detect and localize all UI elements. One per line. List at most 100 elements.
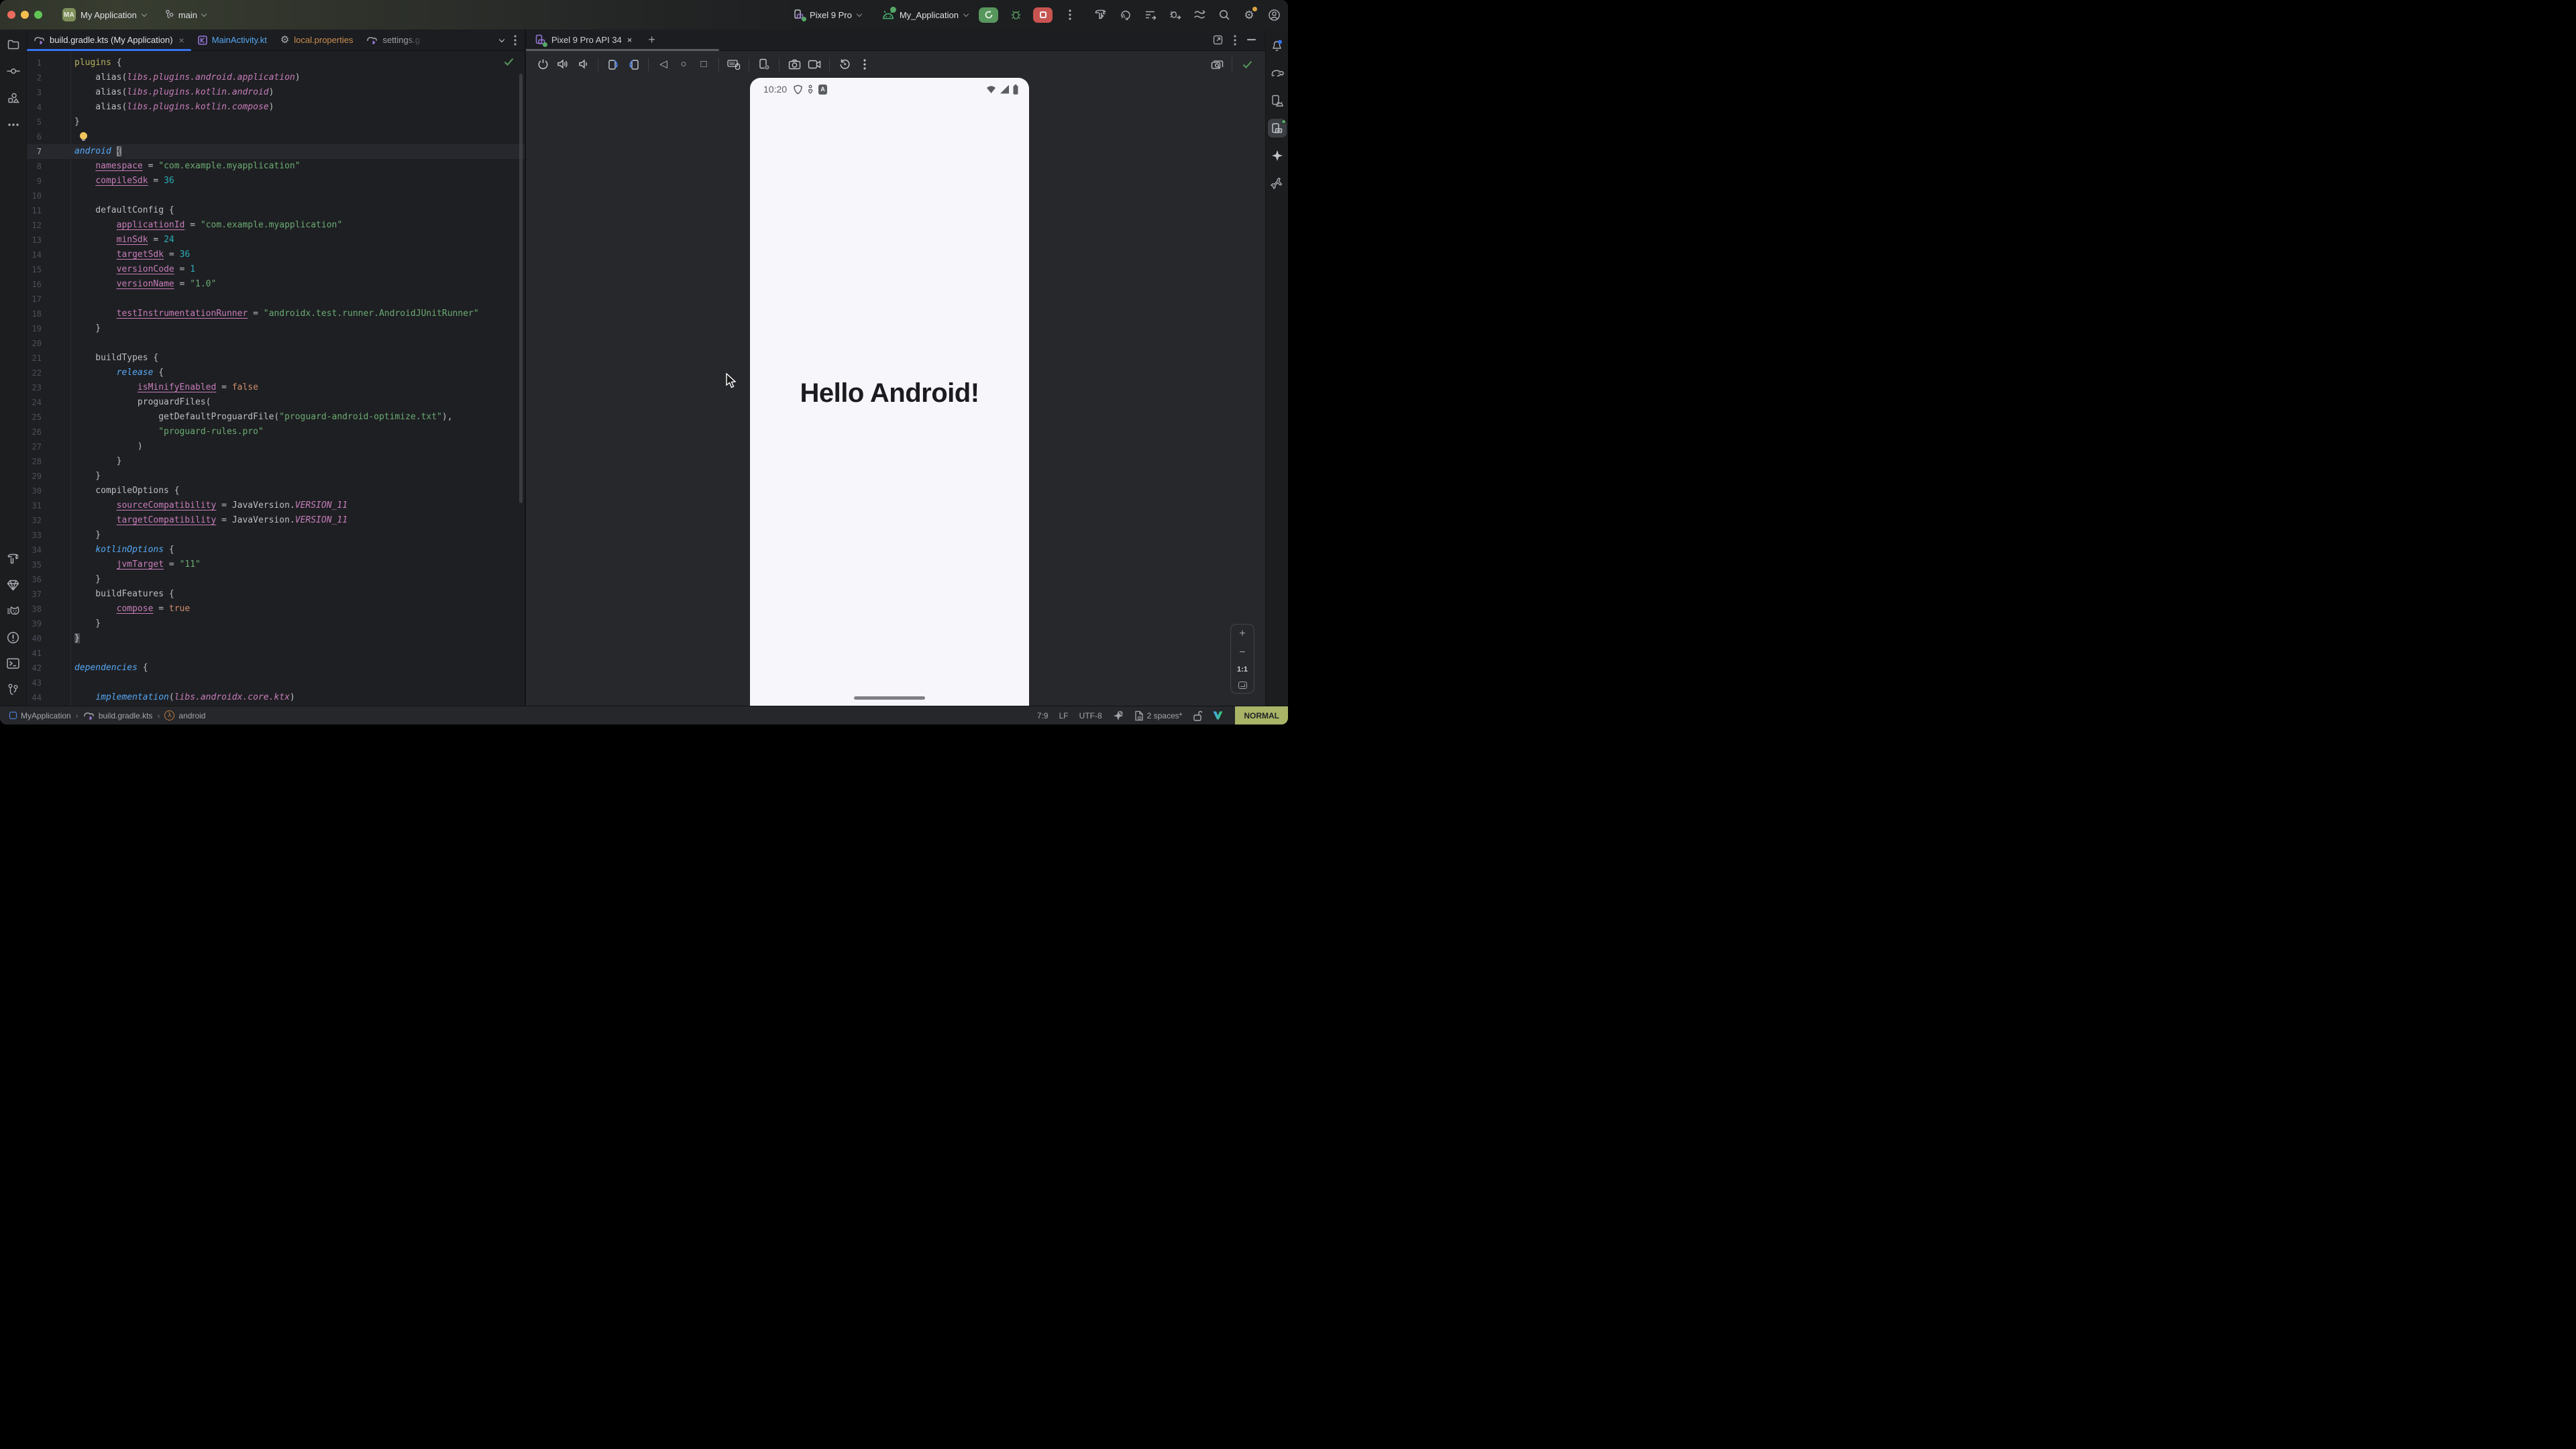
- build-tool-button[interactable]: [4, 549, 23, 568]
- line-number[interactable]: 3: [27, 85, 42, 100]
- zoom-ratio-button[interactable]: 1:1: [1237, 665, 1248, 674]
- quickfix-lightbulb-icon[interactable]: [80, 132, 87, 140]
- file-encoding[interactable]: UTF-8: [1079, 711, 1102, 720]
- editor-scrollbar[interactable]: [519, 74, 523, 503]
- terminal-tool-button[interactable]: [4, 654, 23, 673]
- tab-mainactivity[interactable]: MainActivity.kt: [191, 30, 274, 50]
- line-number[interactable]: 9: [27, 174, 42, 189]
- inspections-ok-icon[interactable]: [504, 58, 514, 66]
- line-number[interactable]: 37: [27, 587, 42, 602]
- screenshot-search-button[interactable]: [1209, 56, 1225, 72]
- home-button[interactable]: ○: [676, 56, 692, 72]
- line-number[interactable]: 11: [27, 203, 42, 218]
- line-number[interactable]: 13: [27, 233, 42, 248]
- line-number[interactable]: 38: [27, 602, 42, 616]
- emulator-device-tab[interactable]: Pixel 9 Pro API 34 ×: [526, 34, 639, 46]
- screenshot-button[interactable]: [786, 56, 802, 72]
- line-number[interactable]: 39: [27, 616, 42, 631]
- plane-tool-button[interactable]: [1268, 174, 1287, 193]
- line-number[interactable]: 41: [27, 646, 42, 661]
- fit-to-window-button[interactable]: [1238, 682, 1247, 689]
- line-separator[interactable]: LF: [1059, 711, 1069, 720]
- line-number[interactable]: 43: [27, 676, 42, 690]
- breadcrumb-file[interactable]: build.gradle.kts: [83, 710, 153, 720]
- volume-down-button[interactable]: [575, 56, 591, 72]
- code-editor[interactable]: 1plugins {2 alias(libs.plugins.android.a…: [27, 52, 525, 706]
- close-window-button[interactable]: [7, 11, 15, 19]
- line-number[interactable]: 7: [27, 144, 42, 159]
- volume-up-button[interactable]: [555, 56, 571, 72]
- line-number[interactable]: 14: [27, 248, 42, 262]
- line-number[interactable]: 2: [27, 70, 42, 85]
- tab-build-gradle[interactable]: build.gradle.kts (My Application) ×: [27, 30, 191, 50]
- line-number[interactable]: 12: [27, 218, 42, 233]
- device-selector[interactable]: Pixel 9 Pro: [794, 9, 862, 21]
- project-widget[interactable]: MA My Application: [62, 8, 147, 21]
- breadcrumb-element[interactable]: λ android: [164, 710, 205, 720]
- settings-button[interactable]: ⚙: [1242, 7, 1256, 22]
- build-button[interactable]: [1093, 7, 1108, 22]
- notifications-tool-button[interactable]: [1268, 36, 1287, 55]
- debug-button[interactable]: [1008, 7, 1023, 22]
- gem-tool-button[interactable]: [4, 576, 23, 594]
- line-number[interactable]: 25: [27, 410, 42, 425]
- line-number[interactable]: 19: [27, 321, 42, 336]
- caret-position[interactable]: 7:9: [1037, 711, 1049, 720]
- logcat-tool-button[interactable]: [4, 602, 23, 621]
- zoom-in-button[interactable]: +: [1239, 629, 1245, 639]
- back-button[interactable]: ◁: [655, 56, 672, 72]
- gemini-disabled-icon[interactable]: [1113, 710, 1124, 721]
- resource-manager-tool-button[interactable]: [4, 89, 23, 107]
- zoom-out-button[interactable]: −: [1239, 647, 1245, 658]
- emulator-screen[interactable]: 10:20 A Hello Android!: [750, 78, 1029, 706]
- attach-debugger-button[interactable]: [1167, 7, 1182, 22]
- reset-view-button[interactable]: [837, 56, 853, 72]
- line-number[interactable]: 33: [27, 528, 42, 543]
- tab-settings-gradle[interactable]: settings.g: [360, 30, 427, 50]
- line-number[interactable]: 30: [27, 484, 42, 498]
- project-tool-button[interactable]: [4, 35, 23, 54]
- line-number[interactable]: 20: [27, 336, 42, 351]
- tab-local-properties[interactable]: ⚙ local.properties: [274, 30, 360, 50]
- overview-button[interactable]: □: [696, 56, 712, 72]
- sync-project-button[interactable]: [1192, 7, 1207, 22]
- indent-widget[interactable]: ⚙ 2 spaces*: [1134, 710, 1183, 721]
- close-tab-icon[interactable]: ×: [627, 35, 633, 45]
- search-everywhere-button[interactable]: [1217, 7, 1232, 22]
- line-number[interactable]: 40: [27, 631, 42, 646]
- maximize-window-button[interactable]: [34, 11, 42, 19]
- gradle-tool-button[interactable]: [1268, 64, 1287, 83]
- gemini-tool-button[interactable]: [1268, 146, 1287, 165]
- line-number[interactable]: 31: [27, 498, 42, 513]
- new-device-tab-button[interactable]: +: [648, 33, 655, 47]
- close-tab-icon[interactable]: ×: [179, 35, 184, 46]
- line-number[interactable]: 44: [27, 690, 42, 705]
- line-number[interactable]: 18: [27, 307, 42, 321]
- navigation-pill[interactable]: [854, 696, 925, 700]
- line-number[interactable]: 28: [27, 454, 42, 469]
- rerun-button[interactable]: [979, 7, 998, 23]
- line-number[interactable]: 17: [27, 292, 42, 307]
- line-number[interactable]: 27: [27, 439, 42, 454]
- line-number[interactable]: 15: [27, 262, 42, 277]
- running-devices-tool-button[interactable]: [1268, 119, 1287, 138]
- line-number[interactable]: 8: [27, 159, 42, 174]
- problems-tool-button[interactable]: [4, 628, 23, 647]
- device-settings-button[interactable]: ⚙: [756, 56, 772, 72]
- line-number[interactable]: 5: [27, 115, 42, 129]
- screen-record-button[interactable]: [806, 56, 822, 72]
- hardware-input-button[interactable]: [726, 56, 742, 72]
- branch-widget[interactable]: main: [164, 9, 207, 20]
- run-configuration-selector[interactable]: My_Application: [881, 9, 969, 20]
- line-number[interactable]: 29: [27, 469, 42, 484]
- line-number[interactable]: 36: [27, 572, 42, 587]
- show-hidden-tabs-button[interactable]: [499, 38, 504, 43]
- line-number[interactable]: 26: [27, 425, 42, 439]
- line-number[interactable]: 6: [27, 129, 42, 144]
- apply-changes-button[interactable]: A: [1118, 7, 1132, 22]
- line-number[interactable]: 1: [27, 56, 42, 70]
- power-button[interactable]: [535, 56, 551, 72]
- line-number[interactable]: 24: [27, 395, 42, 410]
- vim-mode-badge[interactable]: NORMAL: [1235, 706, 1288, 724]
- line-number[interactable]: 32: [27, 513, 42, 528]
